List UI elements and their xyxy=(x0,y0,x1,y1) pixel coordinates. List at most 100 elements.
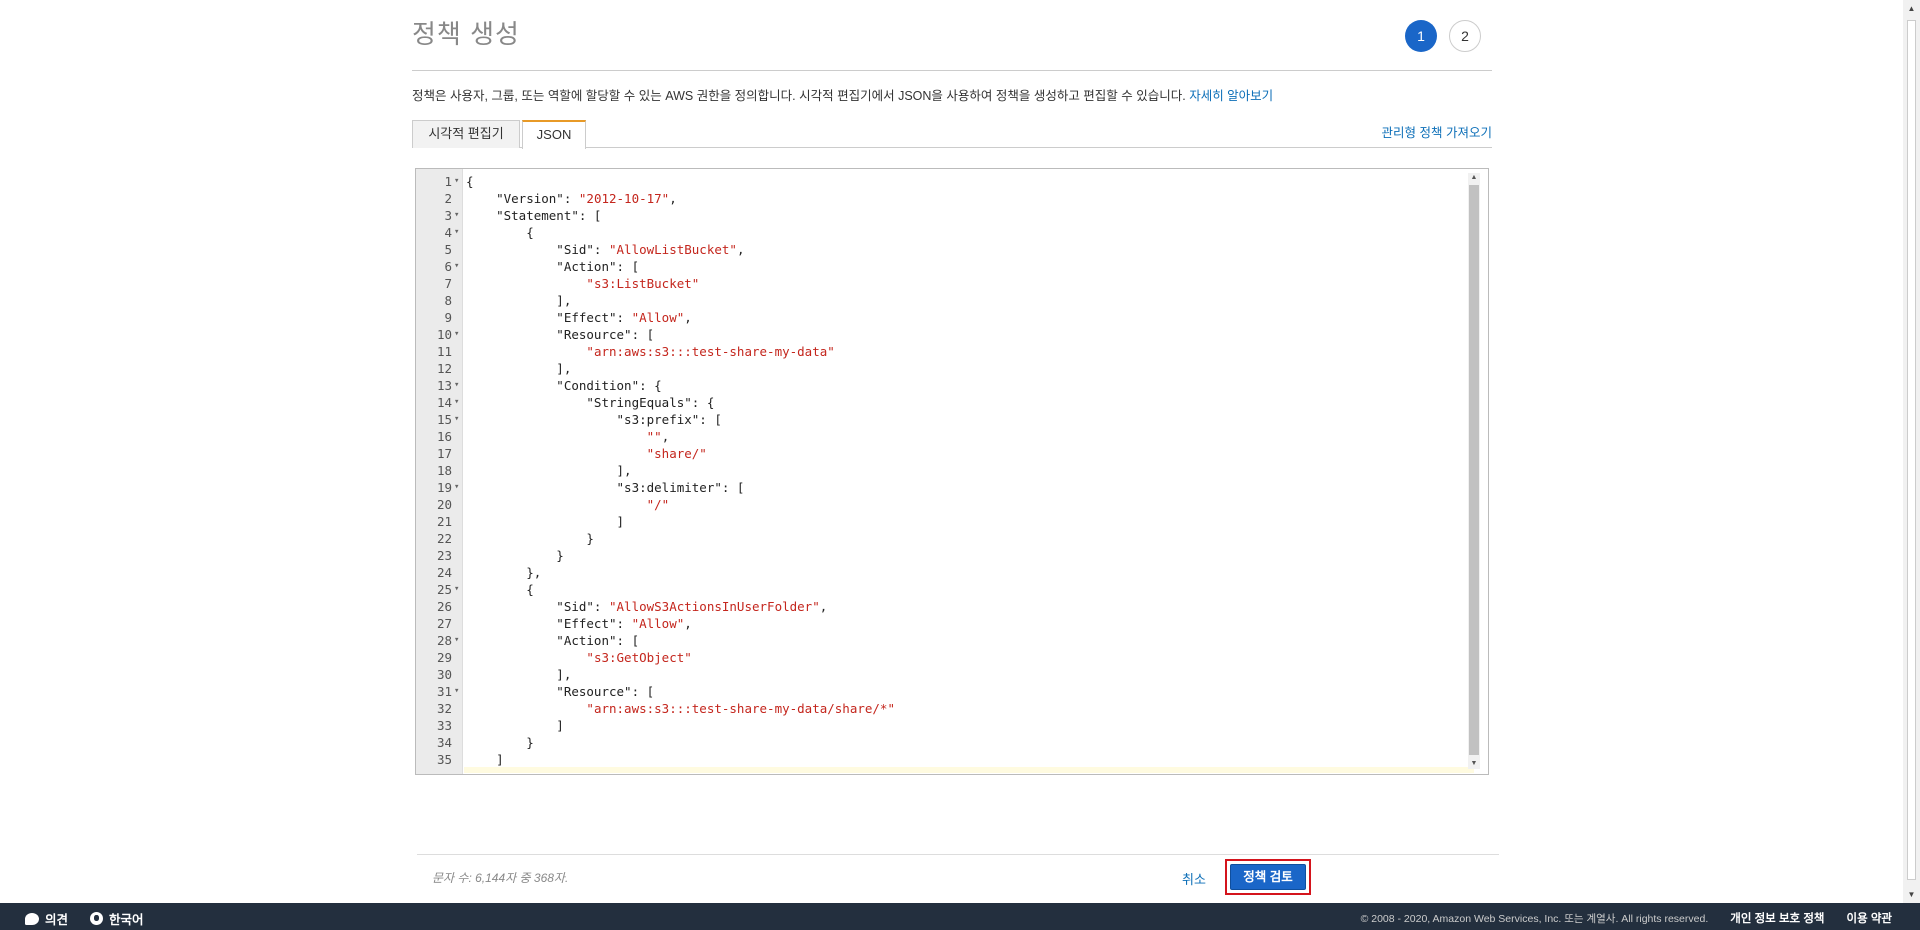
code-text: } xyxy=(466,735,534,750)
code-text: "Resource": [ xyxy=(466,327,655,342)
code-line[interactable]: 14 ▾ "StringEquals": { xyxy=(416,394,1488,411)
code-line[interactable]: 28 ▾ "Action": [ xyxy=(416,632,1488,649)
scroll-up-icon[interactable]: ▲ xyxy=(1469,173,1479,183)
code-text: "share/" xyxy=(646,446,707,461)
line-number: 1 xyxy=(444,174,452,189)
fold-arrow-icon[interactable]: ▾ xyxy=(454,258,462,275)
code-line[interactable]: 7 "s3:ListBucket" xyxy=(416,275,1488,292)
code-line[interactable]: 16 "", xyxy=(416,428,1488,445)
editor-scrollbar[interactable]: ▲ ▼ xyxy=(1468,173,1480,769)
fold-arrow-icon[interactable]: ▾ xyxy=(454,479,462,496)
fold-arrow-icon[interactable]: ▾ xyxy=(454,207,462,224)
cancel-button[interactable]: 취소 xyxy=(1182,869,1206,888)
code-line[interactable]: 29 "s3:GetObject" xyxy=(416,649,1488,666)
learn-more-link[interactable]: 자세히 알아보기 xyxy=(1189,89,1273,103)
feedback-button[interactable]: 의견 xyxy=(25,909,68,928)
code-line[interactable]: 32 "arn:aws:s3:::test-share-my-data/shar… xyxy=(416,700,1488,717)
code-line[interactable]: 35 ] xyxy=(416,751,1488,768)
code-line[interactable]: 31 ▾ "Resource": [ xyxy=(416,683,1488,700)
code-line[interactable]: 20 "/" xyxy=(416,496,1488,513)
line-number: 7 xyxy=(444,276,452,291)
page-scrollbar[interactable]: ▲ ▼ xyxy=(1903,0,1920,903)
code-line[interactable]: 8 ], xyxy=(416,292,1488,309)
code-line[interactable]: 5 "Sid": "AllowListBucket", xyxy=(416,241,1488,258)
line-number: 27 xyxy=(436,616,452,631)
code-line[interactable]: 10 ▾ "Resource": [ xyxy=(416,326,1488,343)
scroll-down-icon[interactable]: ▼ xyxy=(1469,759,1479,769)
code-text: "arn:aws:s3:::test-share-my-data/share/*… xyxy=(586,701,895,716)
line-number: 31 xyxy=(436,684,452,699)
step-1[interactable]: 1 xyxy=(1405,20,1437,52)
code-text: "Statement": [ xyxy=(466,208,602,223)
fold-arrow-icon[interactable]: ▾ xyxy=(454,326,462,343)
code-text: ], xyxy=(466,667,572,682)
fold-arrow-icon[interactable]: ▾ xyxy=(454,377,462,394)
code-line[interactable]: 24 }, xyxy=(416,564,1488,581)
code-text: "s3:prefix": [ xyxy=(466,412,722,427)
fold-arrow-icon[interactable]: ▾ xyxy=(454,581,462,598)
page-scroll-up-icon[interactable]: ▲ xyxy=(1906,4,1917,13)
tab-visual-editor[interactable]: 시각적 편집기 xyxy=(412,120,520,148)
code-line[interactable]: 23 } xyxy=(416,547,1488,564)
code-line[interactable]: 9 "Effect": "Allow", xyxy=(416,309,1488,326)
line-number: 6 xyxy=(444,259,452,274)
language-selector[interactable]: 한국어 xyxy=(90,909,144,928)
fold-arrow-icon[interactable]: ▾ xyxy=(454,632,462,649)
editor-footer: 문자 수: 6,144자 중 368자. 취소 정책 검토 xyxy=(417,854,1499,904)
fold-arrow-icon[interactable]: ▾ xyxy=(454,411,462,428)
code-line[interactable]: 2 "Version": "2012-10-17", xyxy=(416,190,1488,207)
code-line[interactable]: 34 } xyxy=(416,734,1488,751)
step-indicator: 1 2 xyxy=(1405,20,1481,52)
fold-arrow-icon[interactable]: ▾ xyxy=(454,683,462,700)
code-line[interactable]: 18 ], xyxy=(416,462,1488,479)
line-number: 20 xyxy=(436,497,452,512)
code-text: { xyxy=(466,225,534,240)
line-number: 33 xyxy=(436,718,452,733)
step-2[interactable]: 2 xyxy=(1449,20,1481,52)
code-line[interactable]: 25 ▾ { xyxy=(416,581,1488,598)
code-line[interactable]: 1 ▾ { xyxy=(416,173,1488,190)
code-line[interactable]: 27 "Effect": "Allow", xyxy=(416,615,1488,632)
code-line[interactable]: 13 ▾ "Condition": { xyxy=(416,377,1488,394)
code-line[interactable]: 22 } xyxy=(416,530,1488,547)
page-scroll-thumb[interactable] xyxy=(1907,20,1916,880)
tab-json[interactable]: JSON xyxy=(522,120,586,149)
editor-scroll-thumb[interactable] xyxy=(1469,185,1479,755)
code-text: } xyxy=(466,531,594,546)
privacy-policy-link[interactable]: 개인 정보 보호 정책 xyxy=(1730,910,1824,926)
code-text: "arn:aws:s3:::test-share-my-data" xyxy=(586,344,835,359)
language-label: 한국어 xyxy=(109,913,144,927)
code-line[interactable]: 26 "Sid": "AllowS3ActionsInUserFolder", xyxy=(416,598,1488,615)
line-number: 12 xyxy=(436,361,452,376)
code-text: "Action": [ xyxy=(466,633,640,648)
line-number: 25 xyxy=(436,582,452,597)
terms-of-use-link[interactable]: 이용 약관 xyxy=(1846,910,1892,926)
review-button-highlight: 정책 검토 xyxy=(1225,859,1311,895)
globe-icon xyxy=(90,912,104,925)
code-line[interactable]: 30 ], xyxy=(416,666,1488,683)
fold-arrow-icon[interactable]: ▾ xyxy=(454,394,462,411)
code-line[interactable]: 12 ], xyxy=(416,360,1488,377)
fold-arrow-icon[interactable]: ▾ xyxy=(454,224,462,241)
code-text: ], xyxy=(466,463,632,478)
code-line[interactable]: 3 ▾ "Statement": [ xyxy=(416,207,1488,224)
code-line[interactable]: 15 ▾ "s3:prefix": [ xyxy=(416,411,1488,428)
code-line[interactable]: 6 ▾ "Action": [ xyxy=(416,258,1488,275)
line-number: 2 xyxy=(444,191,452,206)
character-count: 문자 수: 6,144자 중 368자. xyxy=(432,871,569,885)
code-lines[interactable]: 1 ▾{2 "Version": "2012-10-17", 3 ▾ "Stateme… xyxy=(416,173,1488,768)
feedback-label: 의견 xyxy=(45,913,69,927)
code-text: "s3:delimiter": [ xyxy=(466,480,745,495)
code-line[interactable]: 21 ] xyxy=(416,513,1488,530)
code-line[interactable]: 4 ▾ { xyxy=(416,224,1488,241)
fold-arrow-icon[interactable]: ▾ xyxy=(454,173,462,190)
code-line[interactable]: 19 ▾ "s3:delimiter": [ xyxy=(416,479,1488,496)
code-line[interactable]: 11 "arn:aws:s3:::test-share-my-data" xyxy=(416,343,1488,360)
code-line[interactable]: 17 "share/" xyxy=(416,445,1488,462)
import-managed-policy-link[interactable]: 관리형 정책 가져오기 xyxy=(1382,122,1492,141)
code-text: "Sid": "AllowS3ActionsInUserFolder", xyxy=(466,599,828,614)
code-line[interactable]: 33 ] xyxy=(416,717,1488,734)
json-editor[interactable]: 1 ▾{2 "Version": "2012-10-17", 3 ▾ "Stateme… xyxy=(415,168,1489,775)
review-policy-button[interactable]: 정책 검토 xyxy=(1230,864,1306,890)
page-scroll-down-icon[interactable]: ▼ xyxy=(1906,890,1917,899)
